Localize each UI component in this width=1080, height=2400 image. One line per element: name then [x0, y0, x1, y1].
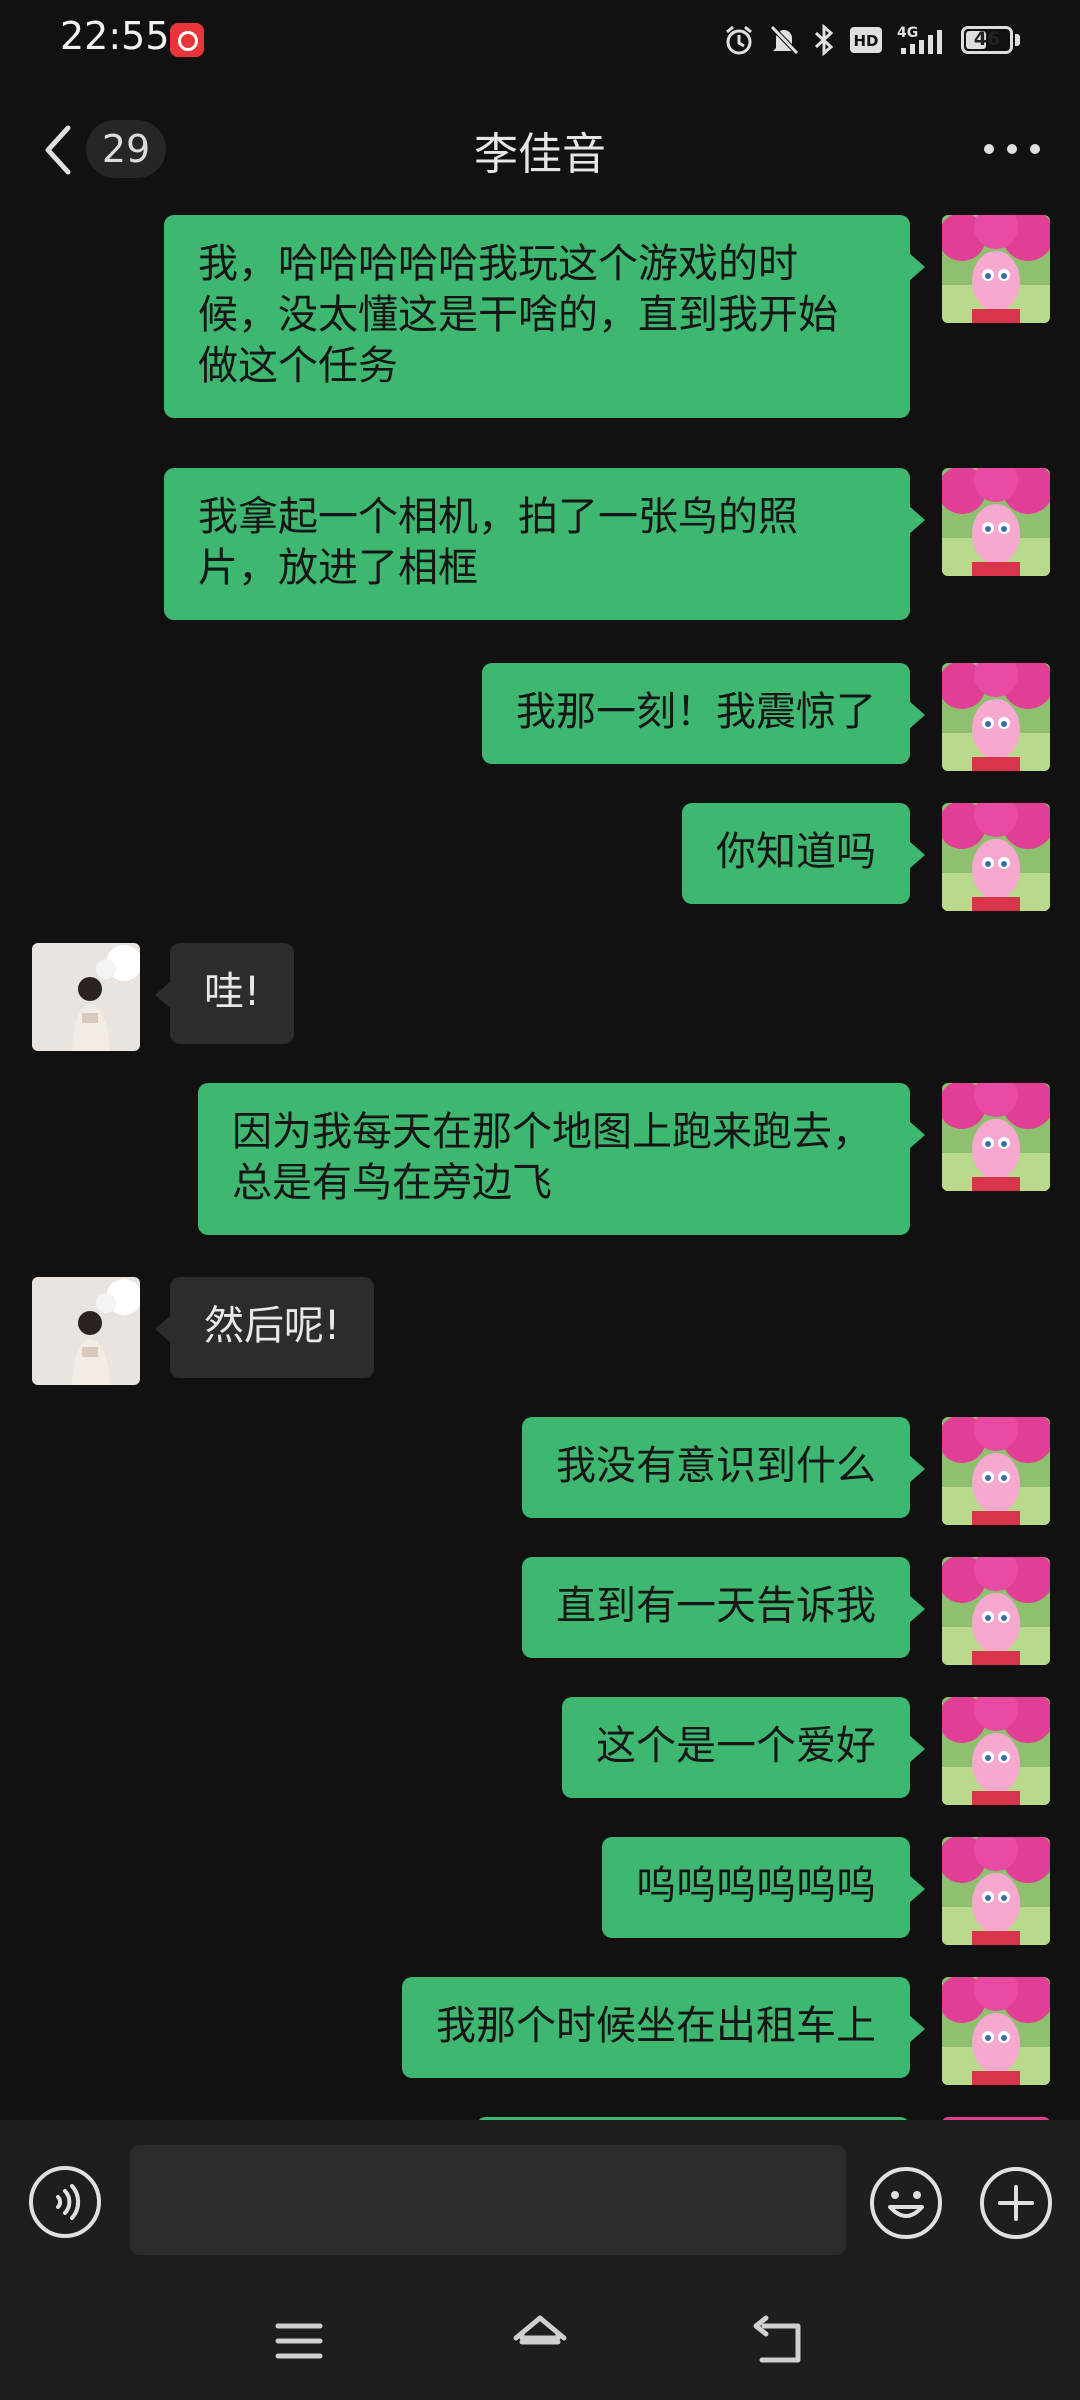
- my-avatar[interactable]: [942, 1837, 1050, 1945]
- more-dots-icon[interactable]: [982, 142, 1042, 156]
- battery-level: 46: [973, 28, 1001, 50]
- my-avatar[interactable]: [942, 663, 1050, 771]
- netease-music-icon: [170, 23, 204, 57]
- system-nav-bar: [0, 2280, 1080, 2400]
- chat-title: 李佳音: [474, 129, 606, 180]
- input-bar: [0, 2120, 1080, 2280]
- battery-icon: 46: [961, 26, 1013, 54]
- emoji-icon[interactable]: [868, 2165, 944, 2241]
- sent-bubble[interactable]: 我没有意识到什么: [522, 1417, 925, 1518]
- chat-header: 29 李佳音: [0, 80, 1080, 215]
- status-bar: 22:55 HD 4G 46: [0, 0, 1080, 80]
- my-avatar[interactable]: [942, 1417, 1050, 1525]
- alarm-icon: [726, 25, 752, 55]
- sent-bubble[interactable]: 直到有一天告诉我: [522, 1557, 925, 1658]
- my-avatar[interactable]: [942, 215, 1050, 323]
- sent-bubble[interactable]: 我那个时候坐在出租车上: [402, 1977, 925, 2078]
- contact-avatar[interactable]: [32, 1277, 140, 1385]
- my-avatar[interactable]: [942, 1083, 1050, 1191]
- received-bubble[interactable]: 哇!: [154, 943, 295, 1044]
- my-avatar[interactable]: [942, 1697, 1050, 1805]
- home-icon[interactable]: [512, 2312, 568, 2368]
- sent-bubble[interactable]: 呜呜呜呜呜呜: [602, 1837, 925, 1938]
- sent-bubble[interactable]: 我那一刻！我震惊了: [482, 663, 925, 764]
- status-icons: HD 4G 46: [723, 22, 1020, 58]
- mute-bell-icon: [770, 25, 799, 55]
- status-time: 22:55: [60, 14, 170, 58]
- sent-bubble[interactable]: 我，哈哈哈哈哈我玩这个游戏的时候，没太懂这是干啥的，直到我开始做这个任务: [164, 215, 925, 418]
- plus-icon[interactable]: [978, 2165, 1054, 2241]
- signal-icon: 4G: [897, 25, 942, 54]
- my-avatar[interactable]: [942, 803, 1050, 911]
- sent-bubble[interactable]: 这个是一个爱好: [562, 1697, 925, 1798]
- message-input[interactable]: [130, 2145, 846, 2255]
- bluetooth-icon: [814, 24, 834, 56]
- hd-icon: HD: [850, 27, 882, 53]
- voice-icon[interactable]: [28, 2165, 102, 2239]
- my-avatar[interactable]: [942, 468, 1050, 576]
- my-avatar[interactable]: [942, 1557, 1050, 1665]
- sent-bubble[interactable]: 我拿起一个相机，拍了一张鸟的照片，放进了相框: [164, 468, 925, 620]
- my-avatar[interactable]: [942, 1977, 1050, 2085]
- back-icon[interactable]: [752, 2314, 806, 2368]
- menu-icon[interactable]: [274, 2316, 324, 2366]
- contact-avatar[interactable]: [32, 943, 140, 1051]
- svg-text:HD: HD: [853, 32, 878, 50]
- sent-bubble[interactable]: 因为我每天在那个地图上跑来跑去，总是有鸟在旁边飞: [198, 1083, 925, 1235]
- sent-bubble[interactable]: 你知道吗: [682, 803, 925, 904]
- svg-text:4G: 4G: [897, 25, 918, 41]
- message-list[interactable]: 我，哈哈哈哈哈我玩这个游戏的时候，没太懂这是干啥的，直到我开始做这个任务 我拿起…: [0, 215, 1080, 2120]
- received-bubble[interactable]: 然后呢!: [154, 1277, 375, 1378]
